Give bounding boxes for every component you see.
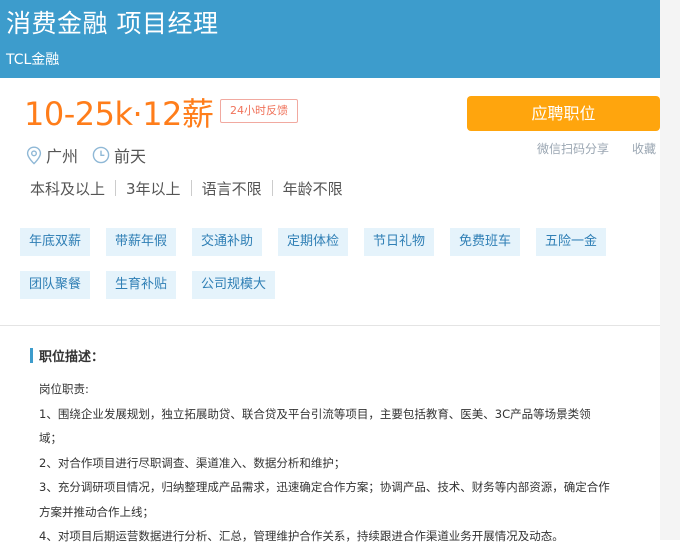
job-header: 消费金融 项目经理 TCL金融 [0, 0, 660, 78]
requirements-line: 本科及以上 3年以上 语言不限 年龄不限 [30, 177, 343, 199]
job-title: 消费金融 项目经理 [6, 9, 219, 38]
benefit-tag: 节日礼物 [364, 228, 435, 256]
description-line: 3、充分调研项目情况，归纳整理成产品需求，迅速确定合作方案；协调产品、技术、财务… [39, 480, 610, 494]
benefit-tag: 五险一金 [536, 228, 607, 256]
benefit-tag: 生育补贴 [106, 271, 177, 299]
requirement-education: 本科及以上 [30, 179, 106, 198]
posted-time: 前天 [114, 147, 147, 166]
right-scroll-strip [660, 0, 680, 540]
salary: 10-25k·12薪 [24, 95, 214, 133]
benefit-tag: 带薪年假 [106, 228, 177, 256]
company-name[interactable]: TCL金融 [6, 49, 59, 69]
location-pin-icon [26, 145, 42, 165]
requirement-age: 年龄不限 [282, 179, 343, 198]
benefit-tag: 定期体检 [278, 228, 349, 256]
description-line: 1、围绕企业发展规划，独立拓展助贷、联合贷及平台引流等项目，主要包括教育、医美、… [39, 406, 591, 421]
benefit-tag: 公司规模大 [192, 271, 276, 299]
benefit-tag: 交通补助 [192, 228, 263, 256]
description-line: 岗位职责: [39, 382, 89, 396]
benefit-tag: 免费班车 [450, 228, 521, 256]
wechat-share-link[interactable]: 微信扫码分享 [537, 140, 609, 157]
apply-button[interactable]: 应聘职位 [467, 96, 660, 131]
clock-icon [92, 146, 110, 164]
heading-accent-bar [30, 347, 33, 363]
description-line: 2、对合作项目进行尽职调查、渠道准入、数据分析和维护； [39, 455, 346, 470]
job-description: 岗位职责: 1、围绕企业发展规划，独立拓展助贷、联合贷及平台引流等项目，主要包括… [39, 377, 644, 549]
requirement-separator [190, 180, 192, 196]
description-title: 职位描述： [39, 349, 105, 365]
collect-link[interactable]: 收藏 [632, 140, 656, 157]
description-line: 方案并推动合作上线； [39, 504, 154, 519]
requirement-experience: 3年以上 [126, 179, 181, 198]
feedback-badge: 24小时反馈 [220, 99, 298, 123]
location-text: 广州 [46, 147, 79, 166]
description-line: 4、对项目后期运营数据进行分析、汇总，管理维护合作关系，持续跟进合作渠道业务开展… [39, 529, 564, 543]
location-time-line: 广州 前天 [26, 144, 146, 166]
section-divider [0, 325, 660, 326]
benefit-tag: 团队聚餐 [20, 271, 91, 299]
description-heading: 职位描述： [30, 346, 105, 365]
description-line: 域； [39, 431, 62, 445]
benefit-tag: 年底双薪 [20, 228, 91, 256]
requirement-language: 语言不限 [201, 179, 262, 198]
requirement-separator [271, 180, 273, 196]
requirement-separator [115, 180, 117, 196]
